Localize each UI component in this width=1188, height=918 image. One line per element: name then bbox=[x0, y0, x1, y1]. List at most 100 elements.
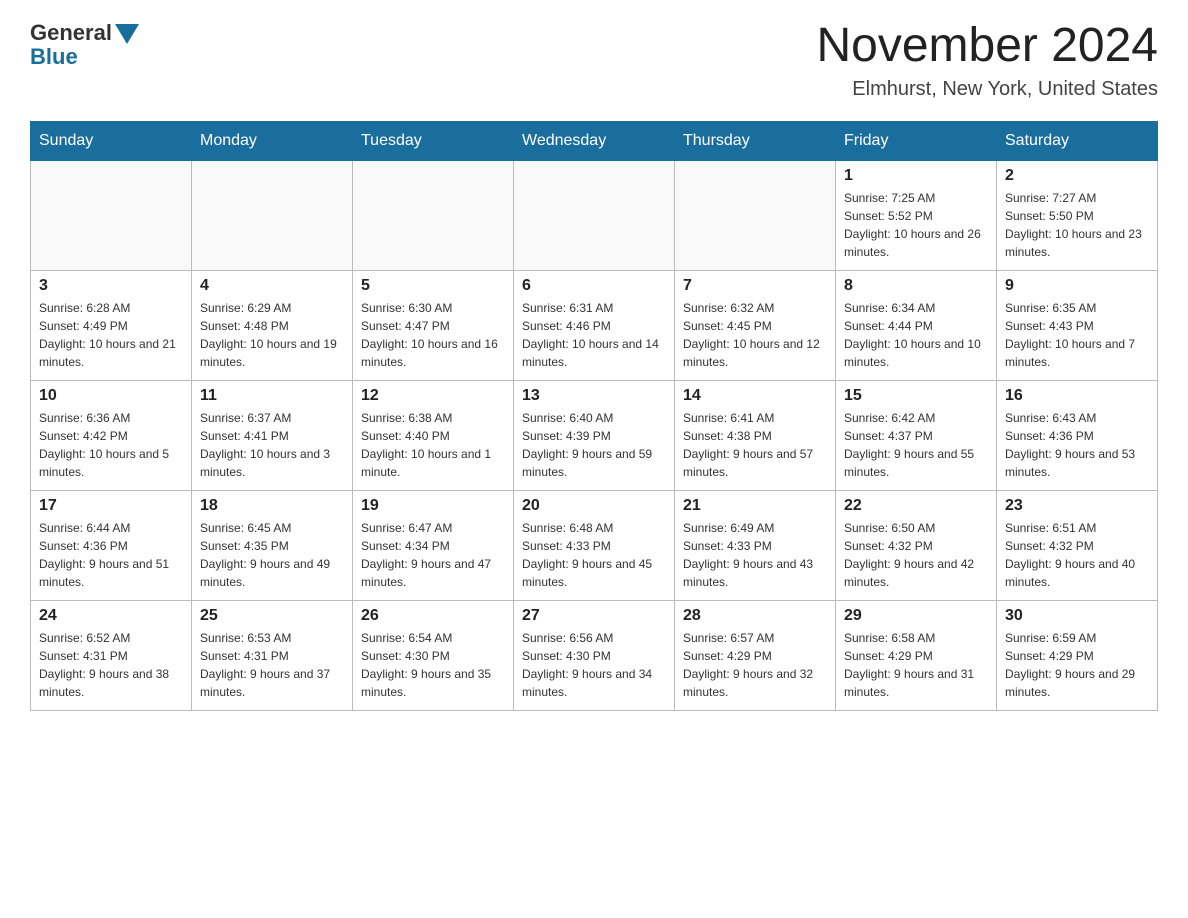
day-info: Sunrise: 6:54 AMSunset: 4:30 PMDaylight:… bbox=[361, 629, 505, 701]
logo: General Blue bbox=[30, 20, 139, 70]
calendar-cell: 21 Sunrise: 6:49 AMSunset: 4:33 PMDayligh… bbox=[675, 490, 836, 600]
day-info: Sunrise: 6:49 AMSunset: 4:33 PMDaylight:… bbox=[683, 519, 827, 591]
day-info: Sunrise: 6:35 AMSunset: 4:43 PMDaylight:… bbox=[1005, 299, 1149, 371]
calendar-cell: 13 Sunrise: 6:40 AMSunset: 4:39 PMDayligh… bbox=[514, 380, 675, 490]
day-number: 1 bbox=[844, 167, 988, 185]
day-number: 29 bbox=[844, 607, 988, 625]
day-info: Sunrise: 6:47 AMSunset: 4:34 PMDaylight:… bbox=[361, 519, 505, 591]
calendar-cell: 14Sunrise: 6:41 AMSunset: 4:38 PMDayligh… bbox=[675, 380, 836, 490]
calendar-cell: 20Sunrise: 6:48 AMSunset: 4:33 PMDayligh… bbox=[514, 490, 675, 600]
calendar-day-header: Thursday bbox=[675, 121, 836, 160]
calendar-cell bbox=[514, 160, 675, 270]
day-number: 19 bbox=[361, 497, 505, 515]
day-number: 8 bbox=[844, 277, 988, 295]
day-info: Sunrise: 6:44 AMSunset: 4:36 PMDaylight:… bbox=[39, 519, 183, 591]
calendar-header-row: SundayMondayTuesdayWednesdayThursdayFrid… bbox=[31, 121, 1158, 160]
day-number: 11 bbox=[200, 387, 344, 405]
day-info: Sunrise: 6:28 AMSunset: 4:49 PMDaylight:… bbox=[39, 299, 183, 371]
page-header: General Blue November 2024 Elmhurst, New… bbox=[30, 20, 1158, 101]
day-info: Sunrise: 7:25 AMSunset: 5:52 PMDaylight:… bbox=[844, 189, 988, 261]
day-number: 15 bbox=[844, 387, 988, 405]
day-number: 2 bbox=[1005, 167, 1149, 185]
day-number: 3 bbox=[39, 277, 183, 295]
day-info: Sunrise: 6:36 AMSunset: 4:42 PMDaylight:… bbox=[39, 409, 183, 481]
calendar-cell: 5 Sunrise: 6:30 AMSunset: 4:47 PMDaylight… bbox=[353, 270, 514, 380]
calendar-day-header: Friday bbox=[836, 121, 997, 160]
calendar-cell: 6 Sunrise: 6:31 AMSunset: 4:46 PMDaylight… bbox=[514, 270, 675, 380]
day-number: 20 bbox=[522, 497, 666, 515]
day-info: Sunrise: 6:57 AMSunset: 4:29 PMDaylight:… bbox=[683, 629, 827, 701]
day-number: 16 bbox=[1005, 387, 1149, 405]
day-info: Sunrise: 6:50 AMSunset: 4:32 PMDaylight:… bbox=[844, 519, 988, 591]
calendar-cell: 23Sunrise: 6:51 AMSunset: 4:32 PMDayligh… bbox=[997, 490, 1158, 600]
day-number: 9 bbox=[1005, 277, 1149, 295]
day-info: Sunrise: 6:42 AMSunset: 4:37 PMDaylight:… bbox=[844, 409, 988, 481]
day-info: Sunrise: 6:32 AMSunset: 4:45 PMDaylight:… bbox=[683, 299, 827, 371]
logo-blue-text: Blue bbox=[30, 44, 78, 70]
day-info: Sunrise: 6:59 AMSunset: 4:29 PMDaylight:… bbox=[1005, 629, 1149, 701]
title-section: November 2024 Elmhurst, New York, United… bbox=[816, 20, 1158, 101]
calendar-cell: 12 Sunrise: 6:38 AMSunset: 4:40 PMDayligh… bbox=[353, 380, 514, 490]
location-title: Elmhurst, New York, United States bbox=[816, 78, 1158, 101]
month-title: November 2024 bbox=[816, 20, 1158, 73]
day-number: 12 bbox=[361, 387, 505, 405]
day-number: 5 bbox=[361, 277, 505, 295]
day-number: 24 bbox=[39, 607, 183, 625]
calendar-cell: 8 Sunrise: 6:34 AMSunset: 4:44 PMDaylight… bbox=[836, 270, 997, 380]
calendar-cell: 22 Sunrise: 6:50 AMSunset: 4:32 PMDayligh… bbox=[836, 490, 997, 600]
calendar-cell: 28 Sunrise: 6:57 AMSunset: 4:29 PMDayligh… bbox=[675, 600, 836, 710]
day-info: Sunrise: 6:38 AMSunset: 4:40 PMDaylight:… bbox=[361, 409, 505, 481]
calendar-cell: 11Sunrise: 6:37 AMSunset: 4:41 PMDayligh… bbox=[192, 380, 353, 490]
logo-general-text: General bbox=[30, 20, 112, 46]
day-info: Sunrise: 6:56 AMSunset: 4:30 PMDaylight:… bbox=[522, 629, 666, 701]
logo-triangle-icon bbox=[115, 24, 139, 44]
day-number: 25 bbox=[200, 607, 344, 625]
calendar-cell bbox=[675, 160, 836, 270]
calendar-day-header: Saturday bbox=[997, 121, 1158, 160]
calendar-day-header: Tuesday bbox=[353, 121, 514, 160]
calendar-cell: 27 Sunrise: 6:56 AMSunset: 4:30 PMDayligh… bbox=[514, 600, 675, 710]
day-number: 30 bbox=[1005, 607, 1149, 625]
calendar-cell: 10Sunrise: 6:36 AMSunset: 4:42 PMDayligh… bbox=[31, 380, 192, 490]
calendar-day-header: Sunday bbox=[31, 121, 192, 160]
day-info: Sunrise: 6:52 AMSunset: 4:31 PMDaylight:… bbox=[39, 629, 183, 701]
calendar-cell: 2Sunrise: 7:27 AMSunset: 5:50 PMDaylight… bbox=[997, 160, 1158, 270]
calendar-cell bbox=[31, 160, 192, 270]
calendar-cell: 19 Sunrise: 6:47 AMSunset: 4:34 PMDayligh… bbox=[353, 490, 514, 600]
calendar-cell bbox=[353, 160, 514, 270]
day-number: 17 bbox=[39, 497, 183, 515]
calendar-cell: 1 Sunrise: 7:25 AMSunset: 5:52 PMDaylight… bbox=[836, 160, 997, 270]
calendar-cell: 18 Sunrise: 6:45 AMSunset: 4:35 PMDayligh… bbox=[192, 490, 353, 600]
calendar-cell: 26 Sunrise: 6:54 AMSunset: 4:30 PMDayligh… bbox=[353, 600, 514, 710]
day-number: 7 bbox=[683, 277, 827, 295]
calendar-week-row: 10Sunrise: 6:36 AMSunset: 4:42 PMDayligh… bbox=[31, 380, 1158, 490]
day-info: Sunrise: 6:34 AMSunset: 4:44 PMDaylight:… bbox=[844, 299, 988, 371]
day-number: 27 bbox=[522, 607, 666, 625]
calendar-cell: 4Sunrise: 6:29 AMSunset: 4:48 PMDaylight… bbox=[192, 270, 353, 380]
calendar-cell: 24 Sunrise: 6:52 AMSunset: 4:31 PMDayligh… bbox=[31, 600, 192, 710]
day-number: 26 bbox=[361, 607, 505, 625]
calendar-cell: 25Sunrise: 6:53 AMSunset: 4:31 PMDayligh… bbox=[192, 600, 353, 710]
day-number: 21 bbox=[683, 497, 827, 515]
day-info: Sunrise: 6:43 AMSunset: 4:36 PMDaylight:… bbox=[1005, 409, 1149, 481]
day-info: Sunrise: 6:41 AMSunset: 4:38 PMDaylight:… bbox=[683, 409, 827, 481]
calendar-cell bbox=[192, 160, 353, 270]
day-number: 28 bbox=[683, 607, 827, 625]
calendar-cell: 3 Sunrise: 6:28 AMSunset: 4:49 PMDaylight… bbox=[31, 270, 192, 380]
day-info: Sunrise: 6:29 AMSunset: 4:48 PMDaylight:… bbox=[200, 299, 344, 371]
day-info: Sunrise: 6:31 AMSunset: 4:46 PMDaylight:… bbox=[522, 299, 666, 371]
day-info: Sunrise: 6:30 AMSunset: 4:47 PMDaylight:… bbox=[361, 299, 505, 371]
day-info: Sunrise: 6:40 AMSunset: 4:39 PMDaylight:… bbox=[522, 409, 666, 481]
day-info: Sunrise: 6:58 AMSunset: 4:29 PMDaylight:… bbox=[844, 629, 988, 701]
calendar-day-header: Wednesday bbox=[514, 121, 675, 160]
day-number: 13 bbox=[522, 387, 666, 405]
day-number: 18 bbox=[200, 497, 344, 515]
calendar-cell: 9 Sunrise: 6:35 AMSunset: 4:43 PMDaylight… bbox=[997, 270, 1158, 380]
day-info: Sunrise: 6:51 AMSunset: 4:32 PMDaylight:… bbox=[1005, 519, 1149, 591]
calendar-cell: 30 Sunrise: 6:59 AMSunset: 4:29 PMDayligh… bbox=[997, 600, 1158, 710]
day-number: 22 bbox=[844, 497, 988, 515]
calendar-day-header: Monday bbox=[192, 121, 353, 160]
day-number: 6 bbox=[522, 277, 666, 295]
calendar-week-row: 24 Sunrise: 6:52 AMSunset: 4:31 PMDayligh… bbox=[31, 600, 1158, 710]
day-info: Sunrise: 6:45 AMSunset: 4:35 PMDaylight:… bbox=[200, 519, 344, 591]
